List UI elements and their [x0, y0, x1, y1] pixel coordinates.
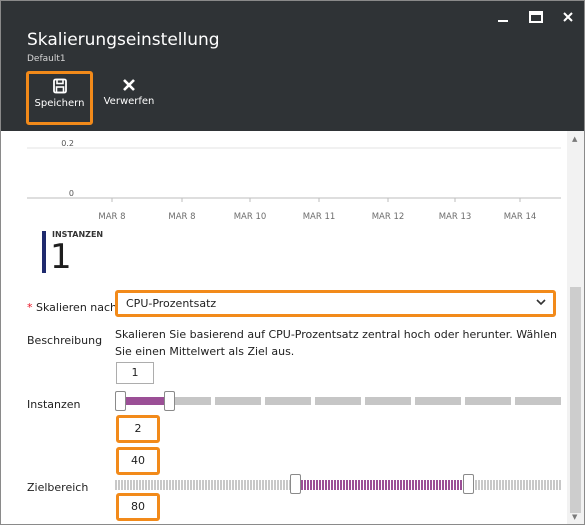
instances-slider-max-handle[interactable]	[163, 391, 175, 411]
scroll-up-icon[interactable]: ▲	[572, 135, 577, 143]
chart-y-tick-label: 0	[69, 189, 74, 198]
scale-by-selected: CPU-Prozentsatz	[126, 297, 217, 310]
instances-slider-min-handle[interactable]	[115, 391, 126, 411]
instances-slider-segment	[265, 397, 311, 405]
scrollbar-thumb[interactable]	[570, 287, 581, 513]
blade-title: Skalierungseinstellung	[27, 30, 220, 50]
required-marker: *	[27, 301, 33, 314]
blade-content: 0.2 0 MAR 8 MAR 8 MAR 10 MAR 11 MAR 12 MAR 13 MA…	[1, 131, 567, 524]
chart-x-tick-label: MAR 8	[168, 212, 195, 222]
scale-by-dropdown[interactable]: CPU-Prozentsatz	[115, 290, 556, 317]
discard-label: Verwerfen	[103, 96, 155, 107]
chart-x-tick-label: MAR 10	[234, 212, 267, 222]
scale-by-label: * Skalieren nach	[27, 301, 117, 314]
instances-slider-segment	[415, 397, 461, 405]
description-label: Beschreibung	[27, 334, 103, 347]
target-slider-max-handle[interactable]	[463, 474, 475, 494]
chart-y-tick-label: 0.2	[61, 139, 74, 148]
save-label: Speichern	[34, 98, 85, 109]
instances-slider-segment	[215, 397, 261, 405]
target-range-slider[interactable]	[115, 474, 561, 494]
instances-slider-fill	[121, 397, 169, 405]
instances-max-field[interactable]: 2	[116, 415, 160, 443]
instance-count-indicator	[42, 231, 46, 273]
scale-by-label-text: Skalieren nach	[36, 301, 118, 314]
target-min-field[interactable]: 40	[116, 447, 160, 475]
instances-label: Instanzen	[27, 398, 81, 411]
instance-chart: 0.2 0 MAR 8 MAR 8 MAR 10 MAR 11 MAR 12 MAR 13 MA…	[27, 139, 561, 222]
chart-x-tick-label: MAR 13	[439, 212, 472, 222]
target-max-field[interactable]: 80	[116, 493, 160, 521]
minimize-icon[interactable]	[492, 8, 514, 26]
description-text: Skalieren Sie basierend auf CPU-Prozents…	[115, 328, 557, 358]
target-slider-fill	[294, 480, 469, 490]
instance-count-value: 1	[50, 237, 72, 277]
instances-slider-segment	[315, 397, 361, 405]
blade-subtitle: Default1	[27, 54, 66, 64]
chart-x-tick-label: MAR 14	[504, 212, 537, 222]
instances-slider[interactable]	[115, 391, 561, 411]
vertical-scrollbar[interactable]: ▲ ▼	[567, 131, 584, 524]
instances-slider-segment	[465, 397, 511, 405]
instances-slider-segment	[515, 397, 561, 405]
instances-min-field[interactable]: 1	[116, 362, 154, 384]
save-button[interactable]: Speichern	[26, 71, 93, 125]
instances-slider-segment	[365, 397, 411, 405]
target-range-label: Zielbereich	[27, 481, 89, 494]
blade-header: Skalierungseinstellung Default1 Speicher…	[1, 1, 584, 131]
save-icon	[52, 78, 67, 94]
scale-settings-blade: Skalierungseinstellung Default1 Speicher…	[0, 0, 585, 525]
chart-x-tick-label: MAR 8	[98, 212, 125, 222]
maximize-icon[interactable]	[525, 8, 547, 26]
chart-x-tick-label: MAR 11	[303, 212, 336, 222]
discard-icon	[123, 79, 135, 91]
close-icon[interactable]	[557, 8, 579, 26]
scroll-down-icon[interactable]: ▼	[572, 513, 577, 521]
chart-x-tick-label: MAR 12	[372, 212, 405, 222]
target-slider-min-handle[interactable]	[289, 474, 301, 494]
chevron-down-icon	[536, 299, 546, 306]
discard-button[interactable]: Verwerfen	[99, 71, 159, 125]
